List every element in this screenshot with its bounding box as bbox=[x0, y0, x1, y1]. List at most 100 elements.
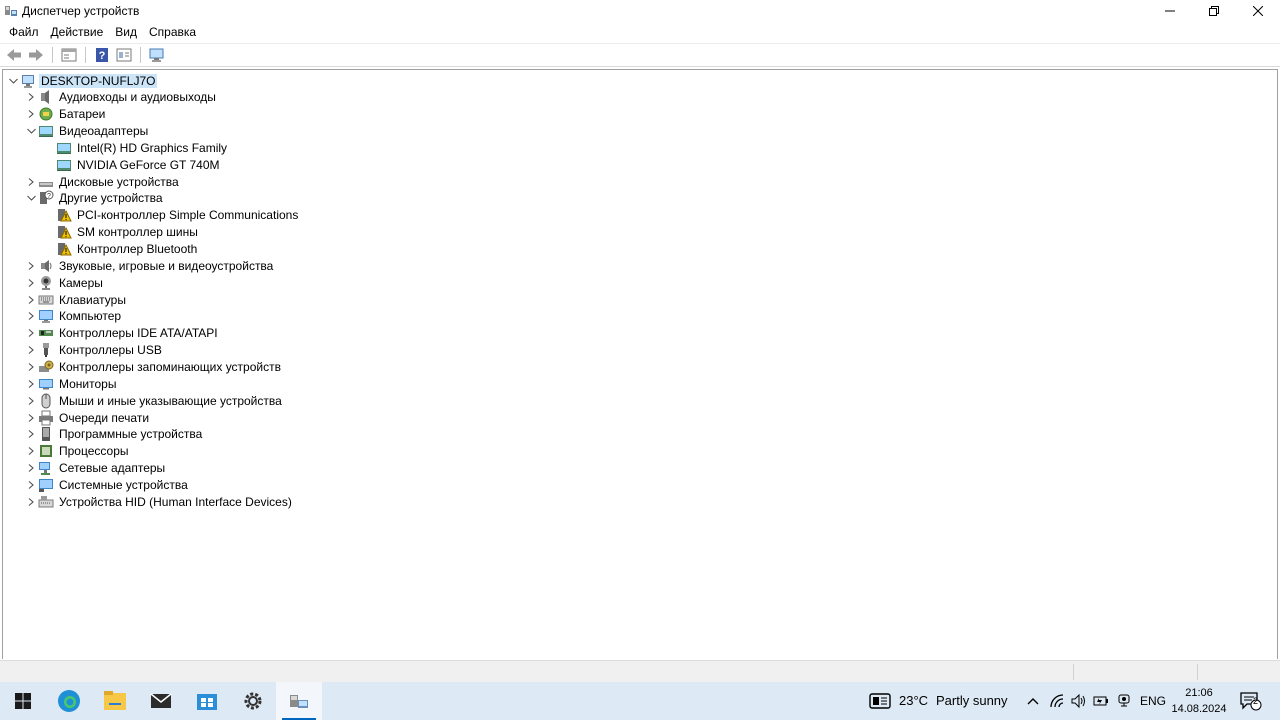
weather-desc[interactable]: Partly sunny bbox=[936, 693, 1008, 708]
expand-chevron-right-icon[interactable] bbox=[24, 291, 38, 308]
tree-category[interactable]: Устройства HID (Human Interface Devices) bbox=[24, 493, 294, 510]
expand-chevron-right-icon[interactable] bbox=[24, 325, 38, 342]
tree-device[interactable]: Контроллер Bluetooth bbox=[42, 241, 199, 258]
tree-category[interactable]: Аудиовходы и аудиовыходы bbox=[24, 89, 218, 106]
tree-item-label: Другие устройства bbox=[59, 191, 163, 206]
expand-chevron-right-icon[interactable] bbox=[24, 476, 38, 493]
tree-category[interactable]: Мыши и иные указывающие устройства bbox=[24, 392, 284, 409]
tree-category[interactable]: Очереди печати bbox=[24, 409, 151, 426]
tray-chevron-up-icon[interactable] bbox=[1024, 692, 1042, 710]
file-explorer-taskbar-button[interactable] bbox=[92, 682, 138, 720]
camera-icon bbox=[38, 275, 54, 291]
expand-chevron-right-icon[interactable] bbox=[24, 106, 38, 123]
tree-category[interactable]: Клавиатуры bbox=[24, 291, 128, 308]
tree-device[interactable]: NVIDIA GeForce GT 740M bbox=[42, 156, 222, 173]
collapse-chevron-down-icon[interactable] bbox=[24, 190, 38, 207]
other-devices-icon: ? bbox=[38, 190, 54, 206]
expand-chevron-right-icon[interactable] bbox=[24, 358, 38, 375]
file-explorer-icon bbox=[104, 691, 126, 710]
weather-temp[interactable]: 23°C bbox=[899, 693, 928, 708]
tree-root[interactable]: DESKTOP-NUFLJ7O bbox=[6, 72, 158, 89]
weather-icon[interactable] bbox=[868, 692, 892, 710]
tree-category[interactable]: ? Другие устройства bbox=[24, 190, 165, 207]
restore-button[interactable] bbox=[1192, 0, 1236, 22]
expand-chevron-right-icon[interactable] bbox=[24, 426, 38, 443]
collapse-chevron-down-icon[interactable] bbox=[24, 123, 38, 140]
properties-button[interactable] bbox=[58, 45, 80, 65]
tree-item-label: Звуковые, игровые и видеоустройства bbox=[59, 258, 274, 273]
start-button[interactable] bbox=[0, 682, 46, 720]
back-button[interactable] bbox=[3, 45, 25, 65]
store-taskbar-button[interactable] bbox=[184, 682, 230, 720]
expand-chevron-right-icon[interactable] bbox=[24, 493, 38, 510]
tree-category[interactable]: Дисковые устройства bbox=[24, 173, 181, 190]
forward-button[interactable] bbox=[25, 45, 47, 65]
edge-taskbar-button[interactable] bbox=[46, 682, 92, 720]
tree-item-label: Программные устройства bbox=[59, 427, 203, 442]
expand-chevron-right-icon[interactable] bbox=[24, 173, 38, 190]
display-adapter-icon bbox=[56, 157, 72, 173]
expand-chevron-right-icon[interactable] bbox=[24, 392, 38, 409]
title-bar[interactable]: Диспетчер устройств bbox=[0, 0, 1280, 22]
tree-category[interactable]: Контроллеры запоминающих устройств bbox=[24, 358, 283, 375]
tree-device[interactable]: Intel(R) HD Graphics Family bbox=[42, 139, 229, 156]
tree-item-label: Дисковые устройства bbox=[59, 174, 179, 189]
software-device-icon bbox=[38, 426, 54, 442]
menu-help[interactable]: Справка bbox=[143, 23, 202, 41]
menu-action[interactable]: Действие bbox=[45, 23, 110, 41]
tree-item-label: Очереди печати bbox=[59, 410, 150, 425]
mail-taskbar-button[interactable] bbox=[138, 682, 184, 720]
display-adapter-icon bbox=[56, 140, 72, 156]
volume-icon[interactable] bbox=[1070, 692, 1088, 710]
menu-view[interactable]: Вид bbox=[109, 23, 143, 41]
expand-chevron-right-icon[interactable] bbox=[24, 89, 38, 106]
notification-count: 2 bbox=[1253, 696, 1259, 706]
settings-taskbar-button[interactable] bbox=[230, 682, 276, 720]
tree-item-label: Контроллеры USB bbox=[59, 343, 162, 358]
device-tree[interactable]: DESKTOP-NUFLJ7O Аудиовходы и аудиовыходы Б… bbox=[2, 69, 1278, 659]
expand-chevron-right-icon[interactable] bbox=[24, 409, 38, 426]
hid-icon bbox=[38, 494, 54, 510]
tree-category[interactable]: Системные устройства bbox=[24, 476, 190, 493]
close-button[interactable] bbox=[1236, 0, 1280, 22]
view-button[interactable] bbox=[113, 45, 135, 65]
tree-item-label: Сетевые адаптеры bbox=[59, 461, 166, 476]
tree-category[interactable]: Контроллеры USB bbox=[24, 342, 164, 359]
language-indicator[interactable]: ENG bbox=[1140, 694, 1166, 708]
collapse-chevron-down-icon[interactable] bbox=[6, 72, 20, 89]
tree-category[interactable]: Мониторы bbox=[24, 375, 118, 392]
tree-category[interactable]: Программные устройства bbox=[24, 426, 204, 443]
tree-category[interactable]: Контроллеры IDE ATA/ATAPI bbox=[24, 325, 220, 342]
device-manager-taskbar-button[interactable] bbox=[276, 682, 322, 720]
tree-item-label: Устройства HID (Human Interface Devices) bbox=[59, 494, 292, 509]
expand-chevron-right-icon[interactable] bbox=[24, 443, 38, 460]
tree-device[interactable]: PCI-контроллер Simple Communications bbox=[42, 207, 300, 224]
tree-device[interactable]: SM контроллер шины bbox=[42, 224, 200, 241]
menu-file[interactable]: Файл bbox=[3, 23, 45, 41]
settings-icon bbox=[244, 692, 262, 710]
tree-category[interactable]: Компьютер bbox=[24, 308, 123, 325]
expand-chevron-right-icon[interactable] bbox=[24, 342, 38, 359]
tree-category[interactable]: Процессоры bbox=[24, 443, 131, 460]
expand-chevron-right-icon[interactable] bbox=[24, 375, 38, 392]
wifi-icon[interactable] bbox=[1048, 692, 1066, 710]
svg-text:?: ? bbox=[47, 193, 51, 200]
webcam-tray-icon[interactable] bbox=[1115, 692, 1133, 710]
expand-chevron-right-icon[interactable] bbox=[24, 460, 38, 477]
computer-root-icon bbox=[20, 73, 36, 89]
scan-hardware-button[interactable] bbox=[146, 45, 168, 65]
tree-category[interactable]: Видеоадаптеры bbox=[24, 123, 150, 140]
expand-chevron-right-icon[interactable] bbox=[24, 257, 38, 274]
tree-category[interactable]: Батареи bbox=[24, 106, 107, 123]
tree-category[interactable]: Камеры bbox=[24, 274, 105, 291]
expand-chevron-right-icon[interactable] bbox=[24, 308, 38, 325]
notifications-button[interactable] bbox=[1240, 692, 1262, 711]
help-button[interactable]: ? bbox=[91, 45, 113, 65]
minimize-button[interactable] bbox=[1148, 0, 1192, 22]
expand-chevron-right-icon[interactable] bbox=[24, 274, 38, 291]
tree-category[interactable]: Сетевые адаптеры bbox=[24, 460, 167, 477]
battery-icon bbox=[38, 106, 54, 122]
clock[interactable]: 21:06 14.08.2024 bbox=[1168, 685, 1230, 717]
tree-category[interactable]: Звуковые, игровые и видеоустройства bbox=[24, 257, 275, 274]
battery-tray-icon[interactable] bbox=[1092, 692, 1110, 710]
